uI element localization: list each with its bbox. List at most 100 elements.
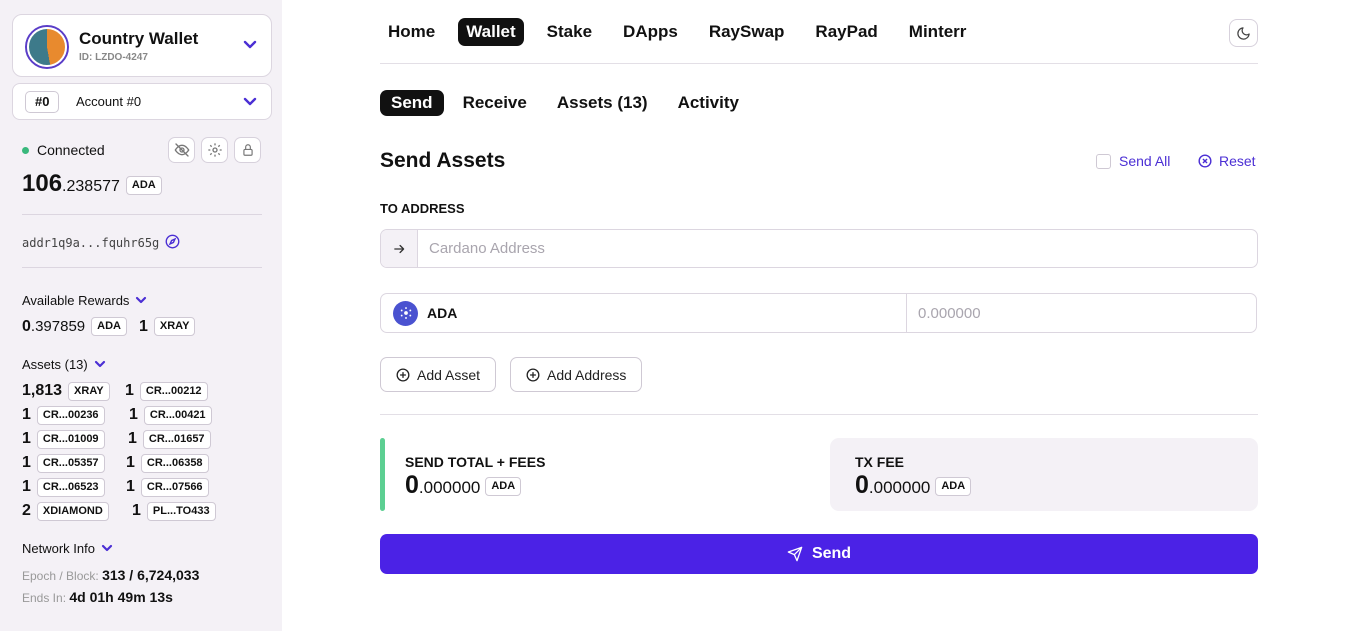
chevron-down-icon[interactable] xyxy=(243,40,257,50)
wallet-selector[interactable]: Country Wallet ID: LZDO-4247 xyxy=(12,14,272,77)
asset-qty: 1 xyxy=(126,478,135,495)
balance-integer: 106 xyxy=(22,170,63,197)
tab-send[interactable]: Send xyxy=(380,90,444,116)
network-label: Network Info xyxy=(22,541,95,556)
wallet-tabs: Send Receive Assets (13) Activity xyxy=(380,90,758,116)
asset-name[interactable]: CR...07566 xyxy=(140,477,209,497)
assets-label: Assets (13) xyxy=(22,357,88,372)
asset-qty: 1 xyxy=(128,430,137,447)
lock-button[interactable] xyxy=(234,137,261,163)
asset-name[interactable]: CR...01657 xyxy=(142,429,211,449)
send-all-toggle[interactable]: Send All xyxy=(1096,153,1170,169)
wallet-avatar xyxy=(25,25,69,69)
arrow-right-icon xyxy=(381,230,418,267)
asset-name[interactable]: CR...00236 xyxy=(36,405,105,425)
plus-circle-icon xyxy=(526,368,540,381)
chevron-down-icon xyxy=(94,357,106,372)
asset-select[interactable]: ADA xyxy=(381,294,907,332)
asset-qty: 1 xyxy=(22,478,31,495)
rewards-integer: 0 xyxy=(22,317,31,335)
asset-qty: 1 xyxy=(22,454,31,471)
rewards-toggle[interactable]: Available Rewards xyxy=(22,293,147,308)
address-input[interactable] xyxy=(418,230,1257,267)
add-address-label: Add Address xyxy=(547,366,627,383)
total-value: 0 .000000 ADA xyxy=(405,471,522,500)
add-asset-button[interactable]: Add Asset xyxy=(380,357,497,392)
assets-toggle[interactable]: Assets (13) xyxy=(22,357,106,372)
theme-toggle-button[interactable] xyxy=(1229,19,1258,47)
asset-name[interactable]: CR...00421 xyxy=(143,405,212,425)
plus-circle-icon xyxy=(396,368,410,381)
rewards-xray-qty: 1 xyxy=(138,317,148,335)
tab-activity[interactable]: Activity xyxy=(667,90,750,116)
total-integer: 0 xyxy=(405,471,419,499)
total-decimal: .000000 xyxy=(418,478,481,497)
asset-qty: 1,813 xyxy=(22,382,63,399)
rewards-unit: ADA xyxy=(91,317,127,336)
asset-name[interactable]: CR...05357 xyxy=(36,453,105,473)
chevron-down-icon[interactable] xyxy=(243,97,257,107)
tab-receive[interactable]: Receive xyxy=(452,90,538,116)
hide-balance-button[interactable] xyxy=(168,137,195,163)
nav-rayswap[interactable]: RaySwap xyxy=(701,18,793,46)
asset-name[interactable]: PL...TO433 xyxy=(146,501,216,521)
account-name: Account #0 xyxy=(76,94,142,109)
reset-button[interactable]: Reset xyxy=(1198,153,1256,169)
asset-qty: 1 xyxy=(132,502,141,519)
nav-minterr[interactable]: Minterr xyxy=(901,18,975,46)
fee-integer: 0 xyxy=(855,471,869,499)
moon-icon xyxy=(1237,26,1250,40)
wallet-name: Country Wallet xyxy=(79,29,199,48)
nav-raypad[interactable]: RayPad xyxy=(807,18,885,46)
nav-wallet[interactable]: Wallet xyxy=(458,18,524,46)
epoch-ends: Ends In: 4d 01h 49m 13s xyxy=(22,589,173,605)
amount-input[interactable] xyxy=(907,294,1256,332)
eye-off-icon xyxy=(174,143,189,157)
nav-stake[interactable]: Stake xyxy=(539,18,600,46)
cardano-icon xyxy=(393,300,418,326)
fee-decimal: .000000 xyxy=(868,478,931,497)
asset-qty: 1 xyxy=(129,406,138,423)
asset-name[interactable]: CR...00212 xyxy=(139,381,208,401)
status-dot-icon xyxy=(22,146,29,154)
divider xyxy=(380,63,1258,64)
fee-unit: ADA xyxy=(935,477,972,496)
total-label: SEND TOTAL + FEES xyxy=(405,454,546,470)
asset-qty: 1 xyxy=(22,406,31,423)
asset-name[interactable]: XDIAMOND xyxy=(36,501,109,521)
send-all-label: Send All xyxy=(1119,153,1171,169)
asset-qty: 1 xyxy=(126,454,135,471)
asset-name[interactable]: CR...01009 xyxy=(36,429,105,449)
rewards-label: Available Rewards xyxy=(22,293,130,308)
close-circle-icon xyxy=(1198,154,1212,168)
nav-home[interactable]: Home xyxy=(380,18,443,46)
tab-assets[interactable]: Assets (13) xyxy=(546,90,659,116)
wallet-address: addr1q9a...fquhr65g xyxy=(22,234,180,252)
balance-unit: ADA xyxy=(125,176,162,195)
account-selector[interactable]: #0 Account #0 xyxy=(12,83,272,120)
asset-amount-field: ADA xyxy=(380,293,1257,333)
asset-name[interactable]: CR...06523 xyxy=(36,477,105,497)
rewards-decimal: .397859 xyxy=(30,317,86,335)
nav-dapps[interactable]: DApps xyxy=(615,18,686,46)
list-item: 1 CR...01009 1 CR...01657 xyxy=(22,427,262,451)
asset-name: ADA xyxy=(427,305,458,321)
send-button-label: Send xyxy=(811,545,852,562)
send-button[interactable]: Send xyxy=(380,534,1258,574)
fee-label: TX FEE xyxy=(855,454,905,470)
send-all-checkbox[interactable] xyxy=(1096,153,1111,169)
settings-button[interactable] xyxy=(201,137,228,163)
add-address-button[interactable]: Add Address xyxy=(510,357,643,392)
balance-decimal: .238577 xyxy=(62,178,120,195)
rewards-values: 0.397859 ADA 1 XRAY xyxy=(22,317,196,336)
add-asset-label: Add Asset xyxy=(417,366,481,383)
compass-icon[interactable] xyxy=(165,234,180,252)
ends-value: 4d 01h 49m 13s xyxy=(69,589,173,605)
lock-icon xyxy=(242,144,253,156)
address-text[interactable]: addr1q9a...fquhr65g xyxy=(22,236,159,250)
address-field xyxy=(380,229,1258,268)
epoch-value: 313 / 6,724,033 xyxy=(102,567,200,583)
asset-name[interactable]: XRAY xyxy=(68,381,110,401)
asset-name[interactable]: CR...06358 xyxy=(140,453,209,473)
network-toggle[interactable]: Network Info xyxy=(22,541,113,556)
